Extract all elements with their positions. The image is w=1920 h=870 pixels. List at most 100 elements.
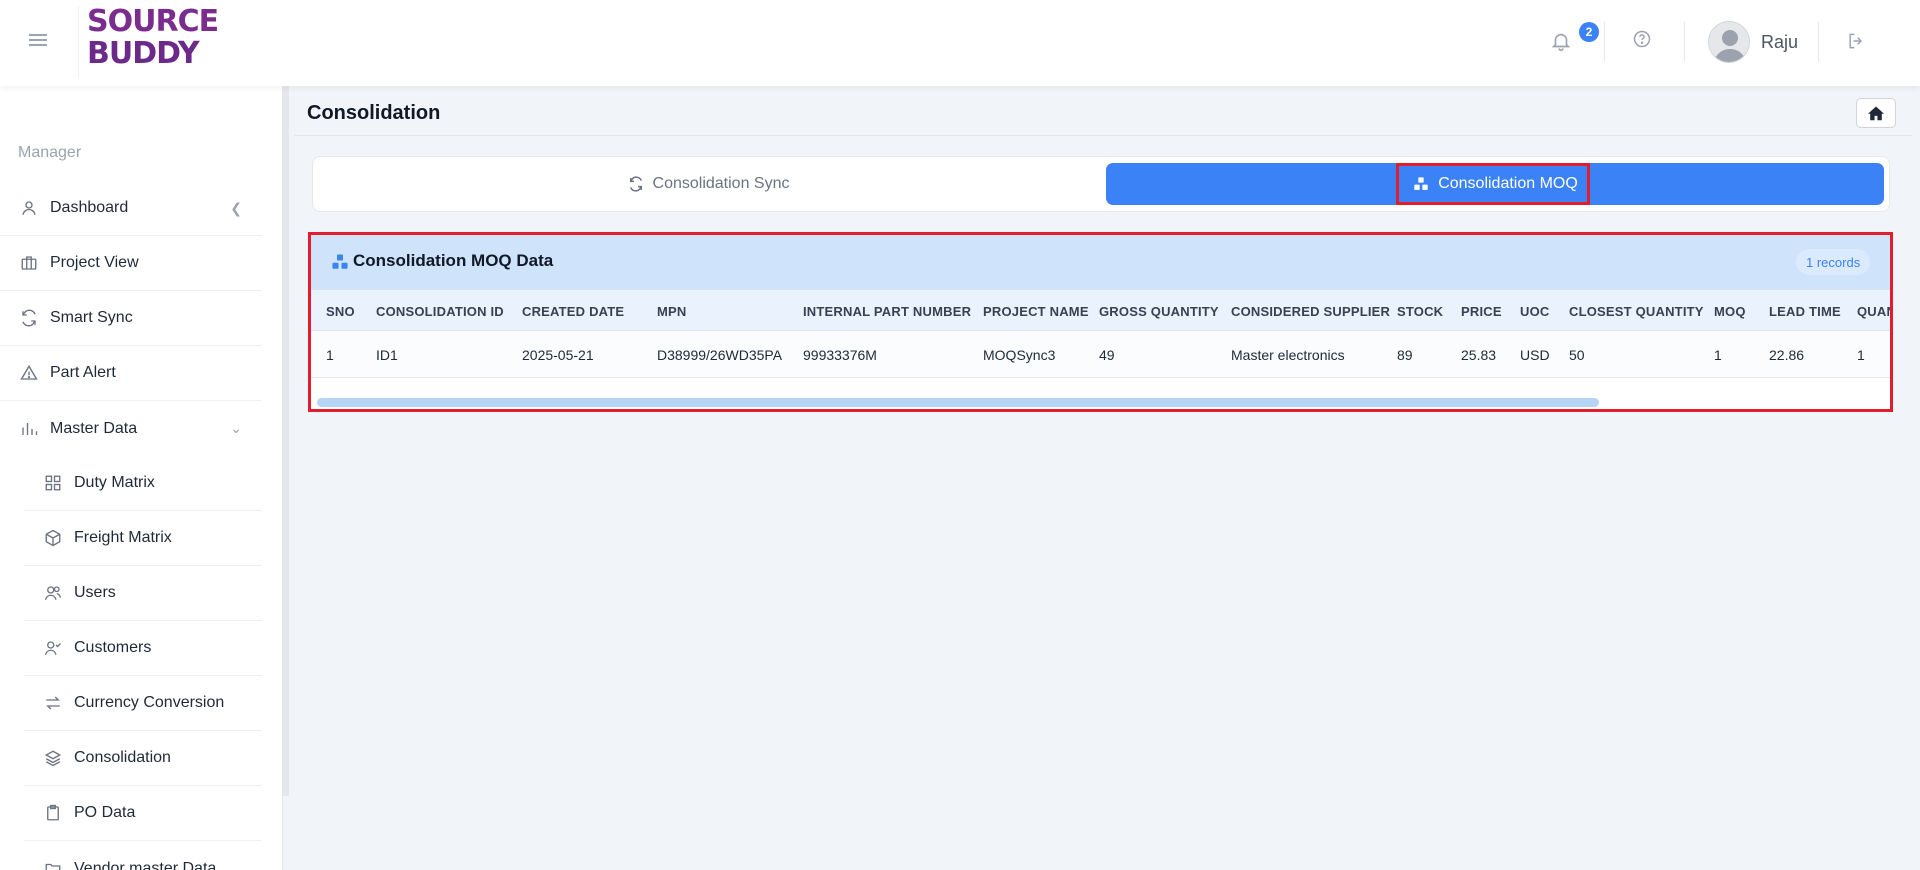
sidebar-item-consolidation[interactable]: Consolidation: [24, 731, 262, 786]
sidebar-section-label: Manager: [18, 144, 82, 161]
table-cell: 22.86: [1769, 347, 1805, 363]
sidebar-item-label: Vendor master Data: [74, 859, 217, 870]
user-check-icon: [42, 637, 64, 659]
sidebar-item-dashboard[interactable]: Dashboard ❮: [0, 181, 262, 236]
logout-icon[interactable]: [1846, 31, 1868, 53]
home-icon: [1868, 106, 1884, 121]
table-row[interactable]: 1 ID1 2025-05-21 D38999/26WD35PA 9993337…: [311, 330, 1890, 378]
column-header[interactable]: CONSIDERED SUPPLIER: [1231, 304, 1390, 319]
tab-bar: Consolidation Sync Consolidation MOQ: [312, 156, 1890, 212]
source-buddy-logo[interactable]: SOURCE BUDDY: [78, 6, 219, 78]
sidebar-item-label: Currency Conversion: [74, 694, 225, 711]
divider: [1818, 22, 1819, 62]
page-title: Consolidation: [307, 102, 441, 124]
top-header: SOURCE BUDDY 2 Raju: [0, 0, 1920, 86]
sidebar-item-po-data[interactable]: PO Data: [24, 786, 262, 841]
column-header[interactable]: PROJECT NAME: [983, 304, 1089, 319]
table-cell: 1: [1857, 347, 1865, 363]
sidebar-item-label: Project View: [50, 254, 139, 271]
column-header[interactable]: STOCK: [1397, 304, 1443, 319]
column-header[interactable]: UOC: [1520, 304, 1550, 319]
column-header[interactable]: MPN: [657, 304, 687, 319]
menu-toggle-icon[interactable]: [22, 28, 54, 52]
column-header[interactable]: QUAN: [1857, 304, 1890, 319]
help-icon[interactable]: [1632, 29, 1654, 51]
column-header[interactable]: SNO: [326, 304, 355, 319]
warning-icon: [18, 362, 40, 384]
table-cell: 25.83: [1461, 347, 1497, 363]
table-cell: 99933376M: [803, 347, 877, 363]
page-header: Consolidation: [294, 96, 1912, 136]
sidebar-scrollbar[interactable]: [283, 86, 289, 796]
divider: [1604, 22, 1605, 62]
column-header[interactable]: MOQ: [1714, 304, 1746, 319]
table-cell: 89: [1397, 347, 1413, 363]
column-header[interactable]: GROSS QUANTITY: [1099, 304, 1219, 319]
moq-data-card: Consolidation MOQ Data 1 records SNO CON…: [308, 232, 1893, 412]
table-cell: MOQSync3: [983, 347, 1056, 363]
avatar[interactable]: [1708, 21, 1750, 63]
sidebar-item-label: Consolidation: [74, 749, 171, 766]
table-header: SNO CONSOLIDATION ID CREATED DATE MPN IN…: [311, 289, 1890, 330]
sidebar-item-label: Smart Sync: [50, 309, 133, 326]
table-cell: 50: [1569, 347, 1585, 363]
bell-icon[interactable]: [1550, 30, 1576, 56]
column-header[interactable]: INTERNAL PART NUMBER: [803, 304, 971, 319]
column-header[interactable]: CONSOLIDATION ID: [376, 304, 504, 319]
home-button[interactable]: [1856, 98, 1896, 128]
card-header: Consolidation MOQ Data 1 records: [311, 235, 1890, 289]
sidebar-item-freight-matrix[interactable]: Freight Matrix: [24, 511, 262, 566]
swap-icon: [42, 692, 64, 714]
clipboard-icon: [42, 802, 64, 824]
cubes-icon: [331, 253, 349, 271]
records-badge: 1 records: [1796, 249, 1871, 275]
table-cell: ID1: [376, 347, 398, 363]
sidebar-item-label: Dashboard: [50, 199, 129, 216]
sync-icon: [18, 307, 40, 329]
table-cell: Master electronics: [1231, 347, 1345, 363]
table-cell: D38999/26WD35PA: [657, 347, 783, 363]
tab-consolidation-sync[interactable]: Consolidation Sync: [319, 163, 1097, 205]
column-header[interactable]: CREATED DATE: [522, 304, 624, 319]
sidebar-item-master-data[interactable]: Master Data ⌄: [0, 401, 262, 456]
chevron-down-icon: ⌄: [230, 420, 242, 436]
highlight-box: [1396, 163, 1590, 205]
sidebar-item-part-alert[interactable]: Part Alert: [0, 346, 262, 401]
box-icon: [42, 527, 64, 549]
sidebar-item-label: PO Data: [74, 804, 136, 821]
tab-label: Consolidation Sync: [652, 175, 790, 192]
horizontal-scrollbar[interactable]: [317, 398, 1599, 407]
sidebar-item-label: Users: [74, 584, 116, 601]
sidebar-item-vendor-master-data[interactable]: Vendor master Data: [24, 841, 262, 870]
briefcase-icon: [18, 252, 40, 274]
table-cell: USD: [1520, 347, 1550, 363]
sidebar-item-label: Customers: [74, 639, 152, 656]
sidebar-item-smart-sync[interactable]: Smart Sync: [0, 291, 262, 346]
user-icon: [18, 197, 40, 219]
column-header[interactable]: PRICE: [1461, 304, 1502, 319]
sidebar-item-users[interactable]: Users: [24, 566, 262, 621]
sidebar-item-label: Duty Matrix: [74, 474, 155, 491]
table-cell: 1: [326, 347, 334, 363]
chevron-left-icon: ❮: [230, 199, 242, 216]
folder-icon: [42, 858, 64, 870]
column-header[interactable]: CLOSEST QUANTITY: [1569, 304, 1704, 319]
grid-icon: [42, 472, 64, 494]
sidebar-item-customers[interactable]: Customers: [24, 621, 262, 676]
logo-line-2: BUDDY: [87, 36, 200, 71]
sync-icon: [627, 175, 645, 193]
sidebar-item-label: Freight Matrix: [74, 529, 172, 546]
sidebar-item-duty-matrix[interactable]: Duty Matrix: [24, 456, 262, 511]
table-cell: 49: [1099, 347, 1115, 363]
table-cell: 1: [1714, 347, 1722, 363]
notification-badge: 2: [1579, 22, 1599, 42]
card-title: Consolidation MOQ Data: [353, 251, 554, 270]
user-name[interactable]: Raju: [1761, 32, 1798, 53]
column-header[interactable]: LEAD TIME: [1769, 304, 1841, 319]
layers-icon: [42, 747, 64, 769]
sidebar-item-label: Part Alert: [50, 364, 116, 381]
sidebar: Manager Dashboard ❮ Project View Smart S…: [0, 86, 283, 870]
sidebar-item-currency-conversion[interactable]: Currency Conversion: [24, 676, 262, 731]
table-cell: 2025-05-21: [522, 347, 594, 363]
sidebar-item-project-view[interactable]: Project View: [0, 236, 262, 291]
